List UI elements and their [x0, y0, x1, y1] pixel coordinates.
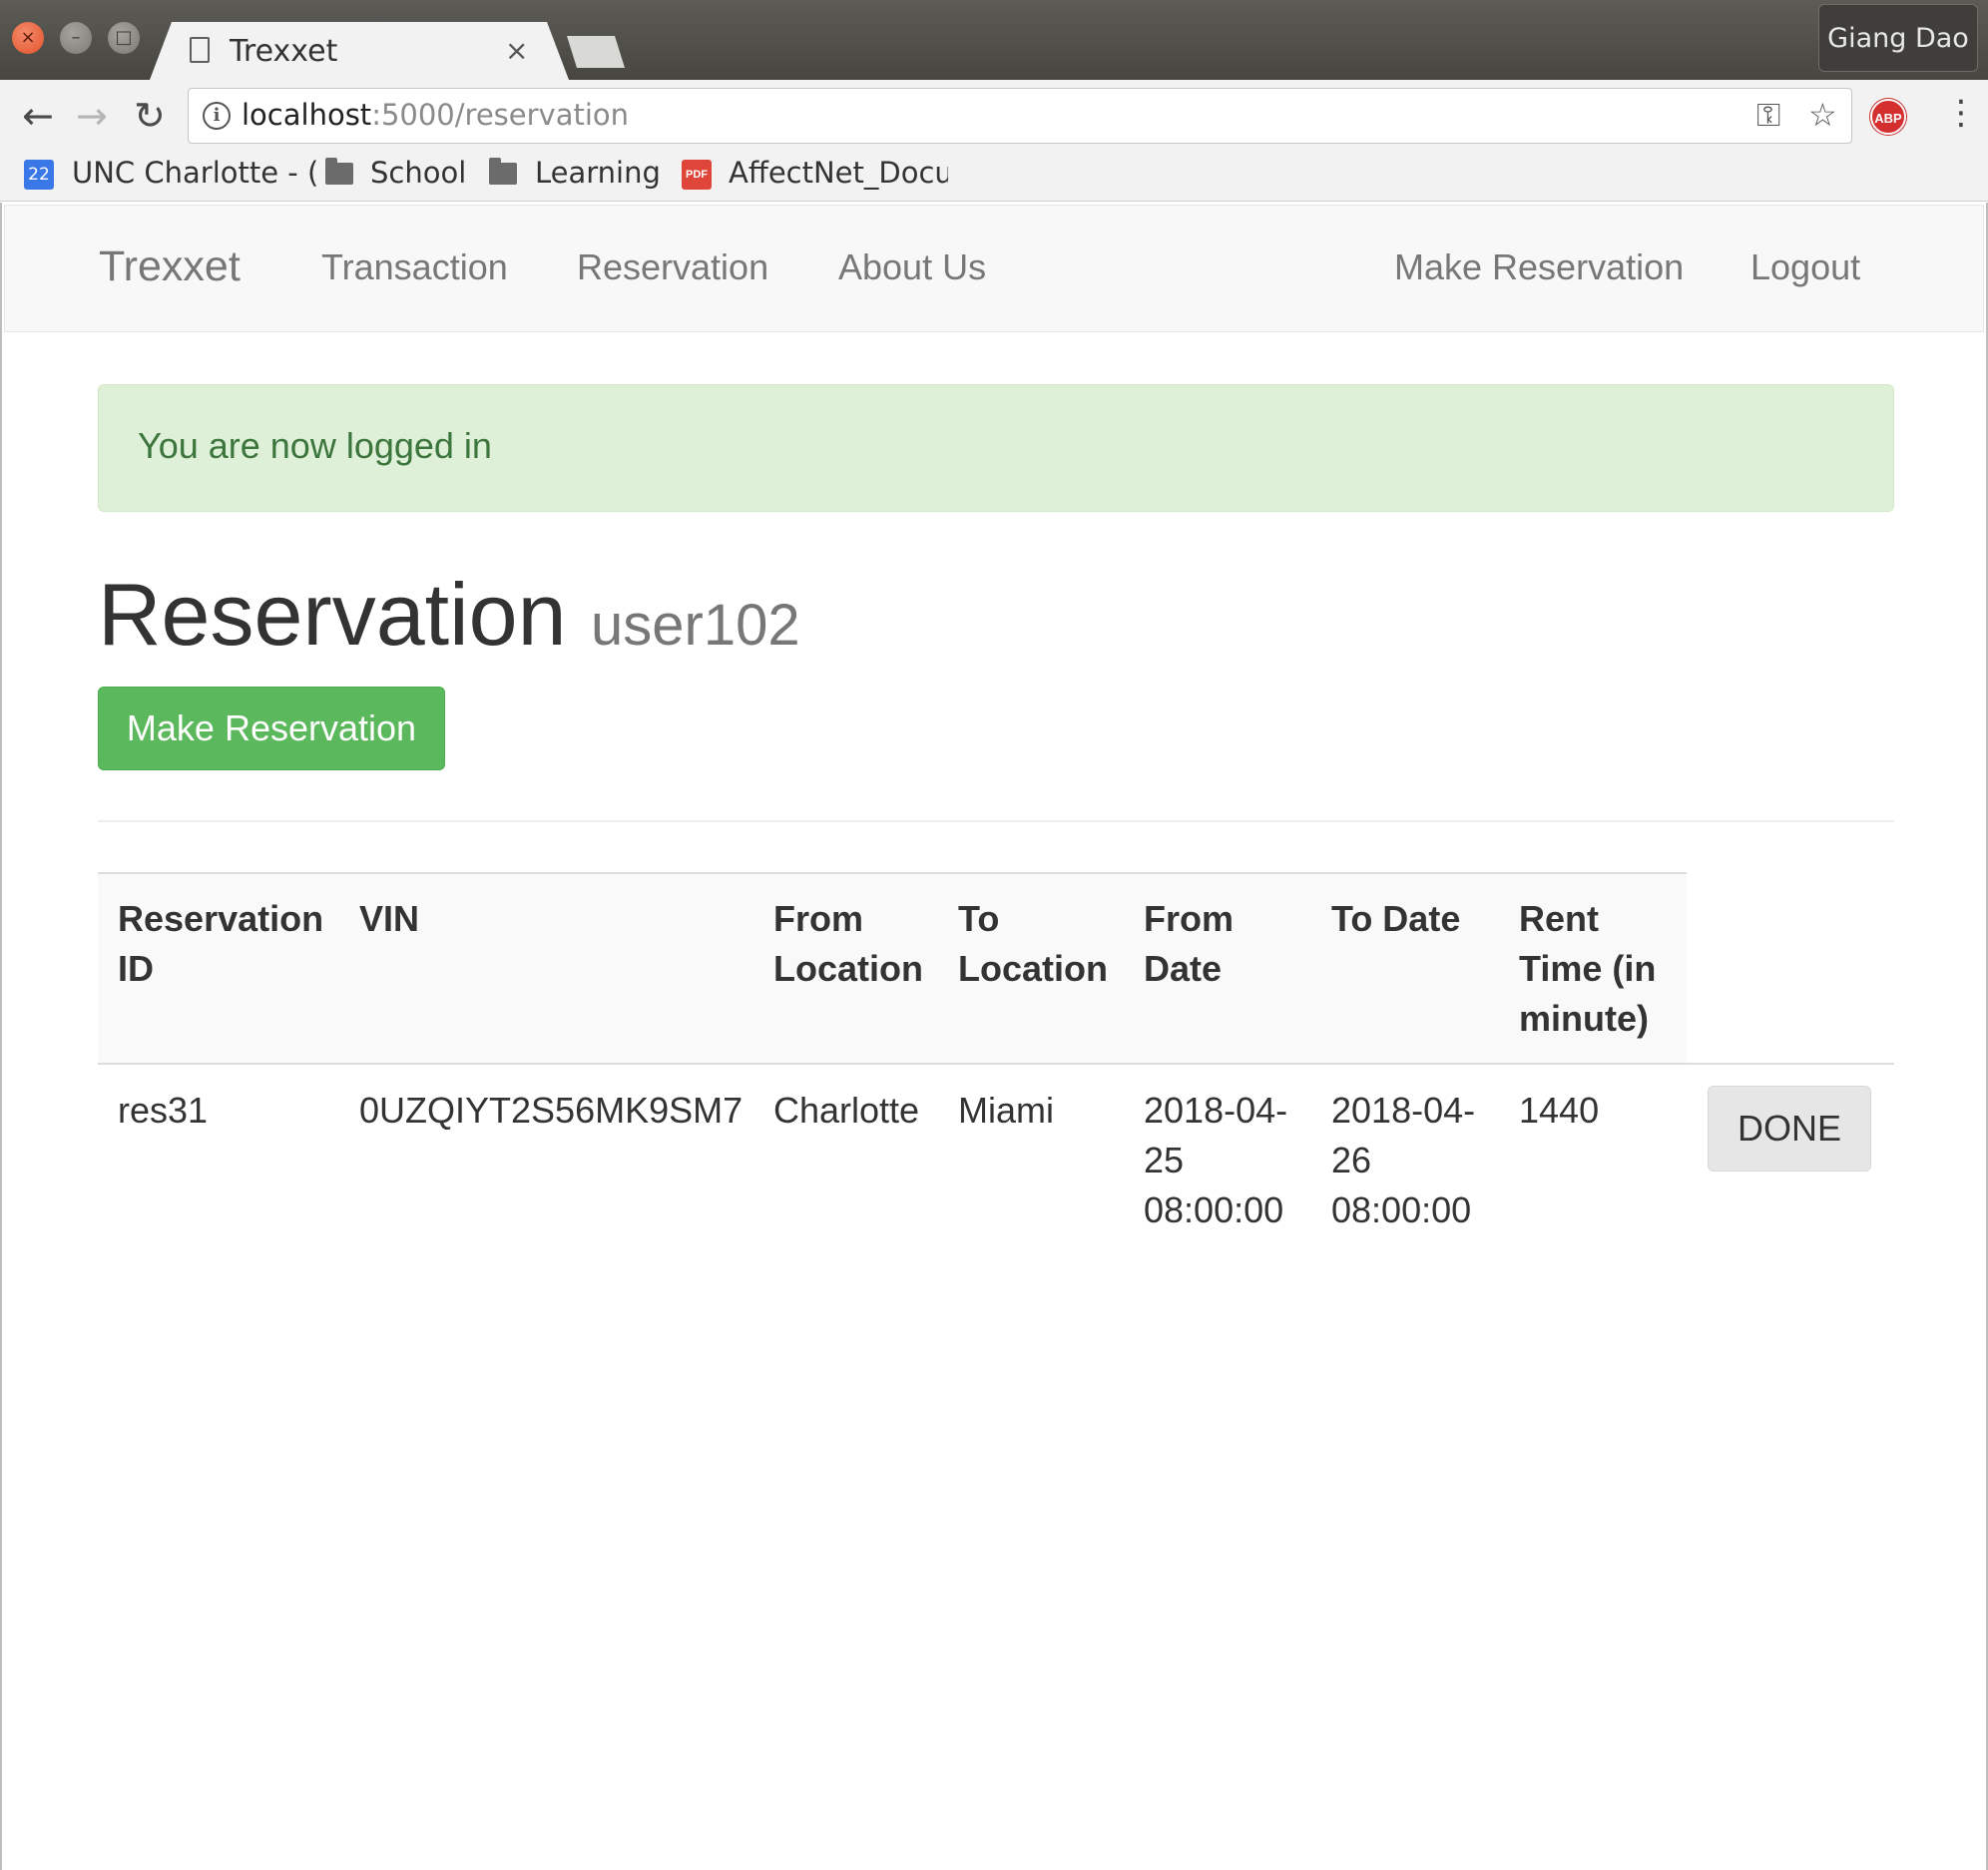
- done-button[interactable]: DONE: [1708, 1086, 1871, 1171]
- back-arrow-icon[interactable]: ←: [22, 94, 54, 138]
- url-path: :5000/reservation: [371, 98, 630, 132]
- pdf-icon: PDF: [682, 160, 712, 190]
- nav-link-transaction[interactable]: Transaction: [321, 246, 508, 288]
- bookmark-affectnet[interactable]: AffectNet_Docu: [729, 156, 948, 190]
- column-header-from-date: From Date: [1144, 894, 1234, 994]
- header-line: Reservation: [118, 898, 324, 939]
- header-line: From: [1144, 898, 1234, 939]
- url-host: localhost: [242, 98, 372, 132]
- column-header-vin: VIN: [359, 894, 419, 944]
- folder-icon: [489, 158, 517, 185]
- nav-link-make-reservation[interactable]: Make Reservation: [1394, 246, 1684, 288]
- key-icon[interactable]: ⚿: [1756, 96, 1780, 135]
- header-line: VIN: [359, 898, 420, 939]
- header-line: ID: [118, 948, 154, 989]
- column-header-to-location: To Location: [958, 894, 1108, 994]
- date-line: 08:00:00: [1331, 1189, 1472, 1230]
- date-line: 08:00:00: [1144, 1189, 1284, 1230]
- cell-from-location: Charlotte: [773, 1090, 920, 1131]
- cell-to-location: Miami: [958, 1090, 1054, 1131]
- reload-icon[interactable]: ↻: [134, 94, 166, 138]
- make-reservation-button[interactable]: Make Reservation: [98, 687, 445, 770]
- page-title: Reservation user102: [98, 565, 800, 676]
- adblock-icon[interactable]: ABP: [1870, 99, 1906, 135]
- date-line: 26: [1331, 1140, 1372, 1180]
- header-line: From: [773, 898, 863, 939]
- bookmark-school[interactable]: School: [370, 156, 466, 190]
- site-navbar: [4, 205, 1984, 332]
- column-header-reservation-id: Reservation ID: [118, 894, 323, 994]
- divider: [98, 820, 1894, 822]
- folder-icon: [325, 158, 353, 185]
- header-line: Time (in: [1519, 948, 1657, 989]
- menu-kebab-icon[interactable]: ⋮: [1944, 96, 1978, 130]
- page-subtitle: user102: [591, 593, 800, 658]
- nav-link-about-us[interactable]: About Us: [838, 246, 986, 288]
- page-title-text: Reservation: [98, 565, 567, 664]
- alert-message: You are now logged in: [138, 425, 492, 466]
- tab-title: Trexxet: [230, 34, 338, 69]
- window-minimize-button[interactable]: –: [60, 22, 92, 54]
- date-line: 25: [1144, 1140, 1185, 1180]
- header-line: To Date: [1331, 898, 1461, 939]
- header-line: Location: [773, 948, 923, 989]
- window-maximize-button[interactable]: □: [108, 22, 140, 54]
- date-line: 2018-04-: [1144, 1090, 1288, 1131]
- cell-rent-time: 1440: [1519, 1090, 1600, 1131]
- tab-close-icon[interactable]: ×: [505, 34, 528, 67]
- forward-arrow-icon[interactable]: →: [76, 94, 108, 138]
- cell-reservation-id: res31: [118, 1090, 209, 1131]
- header-line: Rent: [1519, 898, 1599, 939]
- cell-vin: 0UZQIYT2S56MK9SM7: [359, 1090, 744, 1131]
- star-icon[interactable]: ☆: [1808, 96, 1837, 134]
- column-header-from-location: From Location: [773, 894, 923, 994]
- window-close-button[interactable]: ×: [12, 22, 44, 54]
- navbar-brand[interactable]: Trexxet: [99, 242, 241, 291]
- bookmark-learning[interactable]: Learning: [535, 156, 661, 190]
- column-header-to-date: To Date: [1331, 894, 1460, 944]
- nav-link-reservation[interactable]: Reservation: [577, 246, 768, 288]
- profile-button[interactable]: Giang Dao: [1818, 4, 1978, 72]
- column-header-rent-time: Rent Time (in minute): [1519, 894, 1656, 1044]
- nav-link-logout[interactable]: Logout: [1750, 246, 1860, 288]
- header-line: Date: [1144, 948, 1223, 989]
- header-line: To: [958, 898, 1000, 939]
- header-line: minute): [1519, 998, 1649, 1039]
- date-line: 2018-04-: [1331, 1090, 1476, 1131]
- page-icon: [190, 37, 210, 63]
- table-header-divider: [98, 1063, 1894, 1065]
- header-line: Location: [958, 948, 1108, 989]
- info-icon[interactable]: i: [203, 102, 231, 130]
- url-text[interactable]: localhost:5000/reservation: [242, 98, 629, 132]
- calendar-icon: 22: [24, 160, 54, 190]
- cell-from-date: 2018-04- 25 08:00:00: [1144, 1086, 1287, 1235]
- cell-to-date: 2018-04- 26 08:00:00: [1331, 1086, 1475, 1235]
- bookmark-unc-charlotte[interactable]: UNC Charlotte - (: [72, 156, 318, 190]
